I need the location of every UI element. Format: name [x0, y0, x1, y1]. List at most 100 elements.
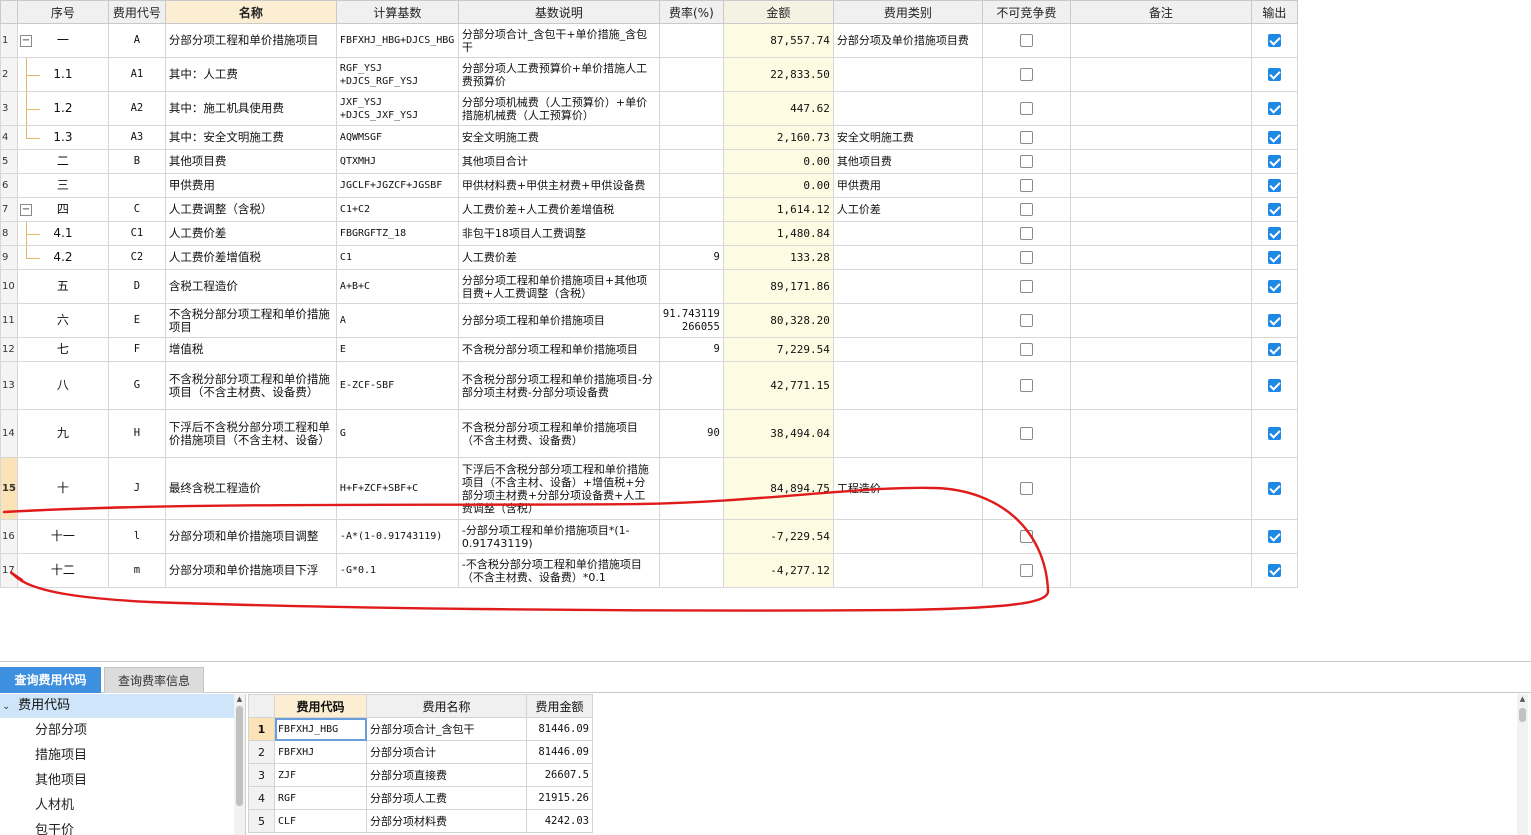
cell-fee-category[interactable] [832, 361, 983, 410]
col-header-category[interactable]: 费用类别 [832, 0, 983, 24]
noncompetitive-checkbox[interactable] [1019, 280, 1033, 294]
row-number[interactable]: 5 [248, 809, 275, 833]
col-header-base[interactable]: 计算基数 [335, 0, 459, 24]
cell-name[interactable]: 增值税 [164, 337, 337, 362]
row-number[interactable]: 1 [0, 23, 18, 58]
row-number[interactable]: 4 [248, 786, 275, 810]
table-row[interactable]: 8 4.1 C1 人工费价差 FBGRGFTZ_18 非包干18项目人工费调整 1,480.… [0, 221, 1298, 246]
cell-fee-name[interactable]: 分部分项合计 [366, 740, 527, 764]
cell-calc-base[interactable]: FBGRGFTZ_18 [335, 221, 459, 246]
cell-amount[interactable]: 133.28 [722, 245, 834, 270]
cell-fee-code[interactable]: ZJF [274, 763, 367, 787]
cell-rate[interactable]: 9 [658, 337, 724, 362]
cell-fee-code[interactable]: A3 [107, 125, 166, 150]
scrollbar-thumb[interactable] [1519, 708, 1526, 722]
row-number[interactable]: 2 [0, 57, 18, 92]
cell-calc-base[interactable]: A [335, 303, 459, 338]
cell-name[interactable]: 最终含税工程造价 [164, 457, 337, 520]
cell-amount[interactable]: -7,229.54 [722, 519, 834, 554]
output-checkbox[interactable] [1267, 102, 1281, 116]
table-row[interactable]: 7− 四 C 人工费调整（含税） C1+C2 人工费价差+人工费价差增值税 1,614.12… [0, 197, 1298, 222]
cell-base-description[interactable]: 不含税分部分项工程和单价措施项目-分部分项主材费-分部分项设备费 [457, 361, 660, 410]
row-number[interactable]: 11 [0, 303, 18, 338]
tree-item-measures[interactable]: 措施项目 [0, 743, 245, 768]
cell-amount[interactable]: 38,494.04 [722, 409, 834, 458]
cell-rate[interactable] [658, 173, 724, 198]
output-checkbox[interactable] [1267, 482, 1281, 496]
cell-fee-code[interactable]: A2 [107, 91, 166, 126]
cell-remark[interactable] [1069, 361, 1252, 410]
cell-seq[interactable]: 1.1 [16, 57, 109, 92]
cell-rate[interactable] [658, 57, 724, 92]
cell-seq[interactable]: 4.1 [16, 221, 109, 246]
cell-seq[interactable]: − 一 [16, 23, 109, 58]
col-header-code[interactable]: 费用代号 [107, 0, 166, 24]
table-row[interactable]: 1− 一 A 分部分项工程和单价措施项目 FBFXHJ_HBG+DJCS_HBG 分部分项… [0, 23, 1298, 58]
output-checkbox[interactable] [1267, 68, 1281, 82]
cell-calc-base[interactable]: JXF_YSJ +DJCS_JXF_YSJ [335, 91, 459, 126]
cell-amount[interactable]: -4,277.12 [722, 553, 834, 588]
cell-rate[interactable] [658, 91, 724, 126]
cell-amount[interactable]: 0.00 [722, 173, 834, 198]
tree-item-other[interactable]: 其他项目 [0, 768, 245, 793]
output-checkbox[interactable] [1267, 280, 1281, 294]
code-table-scrollbar[interactable]: ▲ [1517, 694, 1528, 835]
tree-item-lump-sum[interactable]: 包干价 [0, 818, 245, 835]
cell-remark[interactable] [1069, 519, 1252, 554]
noncompetitive-checkbox[interactable] [1019, 68, 1033, 82]
cell-fee-code[interactable]: CLF [274, 809, 367, 833]
table-row[interactable]: 15 十 J 最终含税工程造价 H+F+ZCF+SBF+C 下浮后不含税分部分项工程和单价… [0, 457, 1298, 520]
row-number[interactable]: 14 [0, 409, 18, 458]
row-number[interactable]: 6 [0, 173, 18, 198]
row-number[interactable]: 7 [0, 197, 18, 222]
cell-rate[interactable] [658, 361, 724, 410]
cell-seq[interactable]: 六 [16, 303, 109, 338]
cell-fee-code[interactable]: H [107, 409, 166, 458]
cell-base-description[interactable]: -分部分项工程和单价措施项目*(1-0.91743119) [457, 519, 660, 554]
output-checkbox[interactable] [1267, 179, 1281, 193]
chevron-down-icon[interactable]: ⌄ [2, 695, 14, 719]
cell-fee-code[interactable]: F [107, 337, 166, 362]
col-header-output[interactable]: 输出 [1250, 0, 1298, 24]
noncompetitive-checkbox[interactable] [1019, 343, 1033, 357]
cell-fee-category[interactable]: 甲供费用 [832, 173, 983, 198]
panel-divider[interactable] [0, 661, 1531, 662]
noncompetitive-checkbox[interactable] [1019, 314, 1033, 328]
cell-fee-category[interactable] [832, 409, 983, 458]
cell-name[interactable]: 人工费调整（含税） [164, 197, 337, 222]
cell-seq[interactable]: 九 [16, 409, 109, 458]
row-number[interactable]: 17 [0, 553, 18, 588]
cell-seq[interactable]: 三 [16, 173, 109, 198]
cell-amount[interactable]: 7,229.54 [722, 337, 834, 362]
cell-rate[interactable] [658, 221, 724, 246]
cell-fee-category[interactable]: 工程造价 [832, 457, 983, 520]
table-row[interactable]: 2 FBFXHJ 分部分项合计 81446.09 [248, 740, 593, 764]
cell-fee-code[interactable]: C2 [107, 245, 166, 270]
cell-remark[interactable] [1069, 245, 1252, 270]
cell-base-description[interactable]: 分部分项工程和单价措施项目 [457, 303, 660, 338]
cell-fee-category[interactable] [832, 245, 983, 270]
cell-rate[interactable]: 9 [658, 245, 724, 270]
table-row[interactable]: 16 十一 l 分部分项和单价措施项目调整 -A*(1-0.91743119) -分部分项… [0, 519, 1298, 554]
cell-base-description[interactable]: 人工费价差+人工费价差增值税 [457, 197, 660, 222]
table-row[interactable]: 17 十二 m 分部分项和单价措施项目下浮 -G*0.1 -不含税分部分项工程和单价措施项… [0, 553, 1298, 588]
cell-rate[interactable] [658, 149, 724, 174]
row-number[interactable]: 3 [0, 91, 18, 126]
cell-fee-category[interactable] [832, 221, 983, 246]
output-checkbox[interactable] [1267, 564, 1281, 578]
cell-base-description[interactable]: -不含税分部分项工程和单价措施项目（不含主材费、设备费）*0.1 [457, 553, 660, 588]
row-number[interactable]: 5 [0, 149, 18, 174]
cell-fee-category[interactable] [832, 269, 983, 304]
row-number[interactable]: 2 [248, 740, 275, 764]
cell-name[interactable]: 其中：施工机具使用费 [164, 91, 337, 126]
cell-calc-base[interactable]: RGF_YSJ +DJCS_RGF_YSJ [335, 57, 459, 92]
cell-remark[interactable] [1069, 269, 1252, 304]
col-header-fee-code[interactable]: 费用代码 [274, 694, 367, 718]
cell-rate[interactable] [658, 457, 724, 520]
cell-base-description[interactable]: 安全文明施工费 [457, 125, 660, 150]
noncompetitive-checkbox[interactable] [1019, 102, 1033, 116]
col-header-fee-name[interactable]: 费用名称 [366, 694, 527, 718]
cell-fee-category[interactable] [832, 57, 983, 92]
cell-amount[interactable]: 447.62 [722, 91, 834, 126]
cell-seq[interactable]: 十 [16, 457, 109, 520]
